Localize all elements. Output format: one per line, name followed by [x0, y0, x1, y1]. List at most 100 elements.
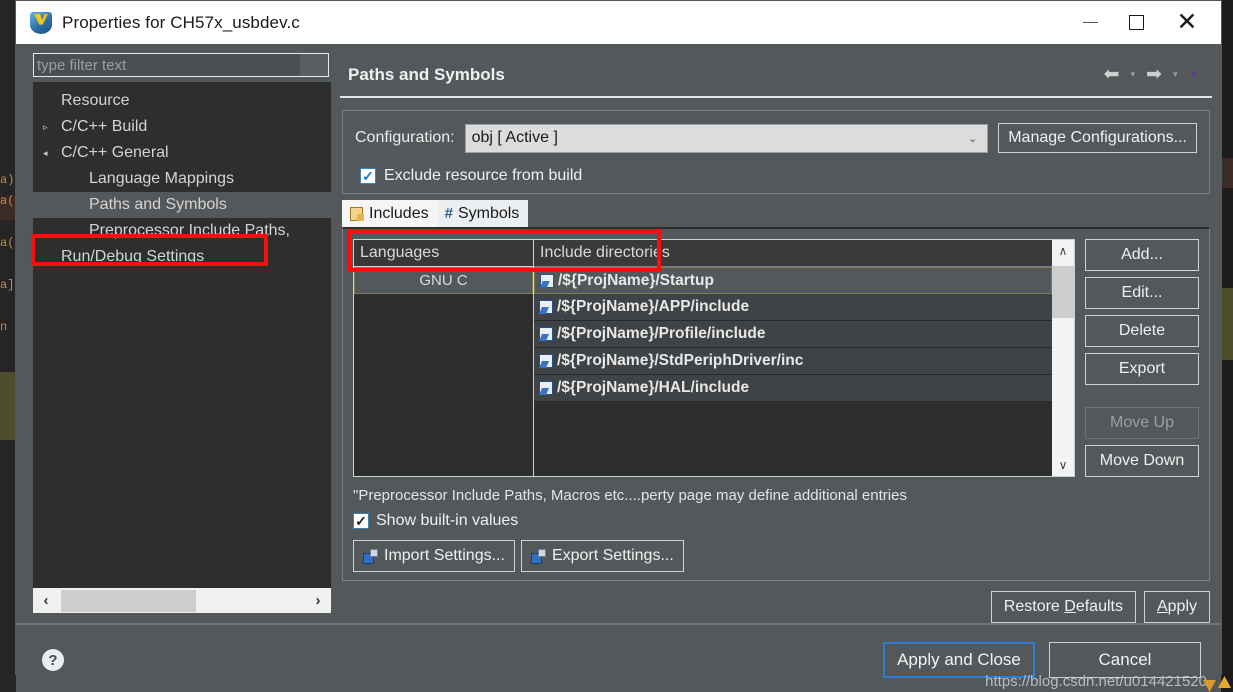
- directory-path: /${ProjName}/Startup: [558, 271, 714, 289]
- restore-defaults-mnemonic: D: [1064, 598, 1076, 615]
- table-row[interactable]: /${ProjName}/Startup: [534, 267, 1052, 294]
- scroll-thumb[interactable]: [61, 590, 196, 612]
- directories-vertical-scrollbar[interactable]: ∧ ∨: [1052, 240, 1074, 476]
- sidebar-horizontal-scrollbar[interactable]: ‹ ›: [33, 587, 331, 613]
- export-button[interactable]: Export: [1085, 353, 1199, 385]
- table-row[interactable]: /${ProjName}/HAL/include: [534, 375, 1052, 402]
- back-chevron-down-icon[interactable]: ▾: [1124, 69, 1141, 80]
- delete-button[interactable]: Delete: [1085, 315, 1199, 347]
- includes-page-icon: [349, 206, 364, 221]
- lists-and-buttons: Languages GNU C Include directories /${P…: [353, 239, 1199, 477]
- properties-dialog: Properties for CH57x_usbdev.c ✕ type fil…: [15, 0, 1222, 692]
- configuration-group: Configuration: obj [ Active ] ⌄ Manage C…: [342, 110, 1210, 194]
- table-row[interactable]: /${ProjName}/Profile/include: [534, 321, 1052, 348]
- chevron-right-icon[interactable]: ▹: [43, 122, 61, 133]
- help-icon[interactable]: ?: [42, 649, 64, 671]
- directory-rows: /${ProjName}/Startup /${ProjName}/APP/in…: [534, 267, 1052, 476]
- watermark: https://blog.csdn.net/u014421520: [985, 673, 1207, 690]
- minimize-icon: [1082, 21, 1098, 24]
- configuration-label: Configuration:: [355, 129, 455, 146]
- directory-path: /${ProjName}/HAL/include: [557, 379, 750, 396]
- chevron-down-icon: ⌄: [968, 132, 978, 145]
- exclude-resource-row[interactable]: ✓ Exclude resource from build: [355, 167, 1197, 185]
- export-settings-button[interactable]: Export Settings...: [520, 540, 684, 572]
- restore-defaults-button[interactable]: Restore Defaults: [990, 591, 1136, 623]
- filter-wrap: type filter text: [21, 53, 331, 77]
- scroll-left-icon[interactable]: ‹: [33, 592, 59, 609]
- move-down-button[interactable]: Move Down: [1085, 445, 1199, 477]
- forward-arrow-icon[interactable]: ➡: [1143, 63, 1165, 86]
- include-folder-icon: [539, 300, 553, 314]
- sidebar-item-label: Run/Debug Settings: [61, 248, 205, 265]
- minimize-button[interactable]: [1067, 1, 1113, 44]
- arrow-down-icon: [1203, 680, 1216, 692]
- export-settings-label: Export Settings...: [551, 547, 674, 564]
- includes-tab-panel: Languages GNU C Include directories /${P…: [342, 227, 1210, 581]
- chevron-down-icon[interactable]: ◂: [43, 148, 61, 159]
- add-button[interactable]: Add...: [1085, 239, 1199, 271]
- scroll-thumb[interactable]: [1052, 266, 1074, 318]
- include-folder-icon: [539, 381, 553, 395]
- configuration-row: Configuration: obj [ Active ] ⌄ Manage C…: [355, 123, 1197, 153]
- include-directories-header: Include directories: [534, 240, 1052, 267]
- apply-button[interactable]: Apply: [1143, 591, 1210, 623]
- page-content: Configuration: obj [ Active ] ⌄ Manage C…: [340, 98, 1212, 623]
- sidebar-item-label: C/C++ General: [61, 144, 169, 161]
- scroll-right-icon[interactable]: ›: [305, 592, 331, 609]
- directory-path: /${ProjName}/APP/include: [557, 298, 750, 315]
- back-arrow-icon[interactable]: ⬅: [1101, 63, 1123, 86]
- exclude-resource-label: Exclude resource from build: [384, 167, 583, 184]
- sidebar-item-preprocessor-include-paths[interactable]: Preprocessor Include Paths,: [33, 218, 331, 244]
- sidebar-item-resource[interactable]: Resource: [33, 88, 331, 114]
- tab-includes-label: Includes: [369, 204, 429, 222]
- manage-configurations-button[interactable]: Manage Configurations...: [998, 123, 1197, 153]
- sidebar-item-label: Resource: [61, 92, 130, 109]
- sidebar-item-cpp-build[interactable]: ▹ C/C++ Build: [33, 114, 331, 140]
- sidebar-item-paths-and-symbols[interactable]: Paths and Symbols: [33, 192, 331, 218]
- language-row-gnu-c[interactable]: GNU C: [354, 267, 533, 294]
- table-row[interactable]: /${ProjName}/StdPeriphDriver/inc: [534, 348, 1052, 375]
- apply-button-row: Restore Defaults Apply: [340, 581, 1212, 623]
- sidebar-item-cpp-general[interactable]: ◂ C/C++ General: [33, 140, 331, 166]
- tab-symbols[interactable]: # Symbols: [437, 200, 529, 227]
- scroll-down-icon[interactable]: ∨: [1052, 454, 1074, 476]
- forward-chevron-down-icon[interactable]: ▾: [1167, 69, 1184, 80]
- apply-mnemonic: A: [1156, 598, 1168, 615]
- maximize-button[interactable]: [1113, 1, 1159, 44]
- show-builtin-row[interactable]: ✓ Show built-in values: [353, 512, 1199, 530]
- page-title: Paths and Symbols: [348, 64, 505, 84]
- import-settings-label: Import Settings...: [384, 547, 505, 564]
- show-builtin-label: Show built-in values: [376, 512, 519, 529]
- hash-icon: #: [444, 205, 453, 222]
- languages-header: Languages: [354, 240, 533, 267]
- exclude-resource-checkbox[interactable]: ✓: [360, 168, 376, 184]
- scroll-track[interactable]: [59, 588, 305, 613]
- scroll-up-icon[interactable]: ∧: [1052, 240, 1074, 262]
- show-builtin-checkbox[interactable]: ✓: [353, 513, 369, 529]
- scroll-track[interactable]: [1052, 262, 1074, 454]
- edit-button[interactable]: Edit...: [1085, 277, 1199, 309]
- preprocessor-note: "Preprocessor Include Paths, Macros etc.…: [353, 487, 907, 504]
- filter-placeholder: type filter text: [37, 56, 127, 74]
- eclipse-shield-icon: [30, 11, 52, 34]
- page-header: Paths and Symbols ⬅ ▾ ➡ ▾ ▾: [340, 53, 1212, 96]
- export-settings-icon: [530, 548, 546, 564]
- filter-input[interactable]: type filter text: [33, 53, 329, 77]
- filter-clear-button[interactable]: [300, 54, 328, 76]
- settings-tree[interactable]: Resource ▹ C/C++ Build ◂ C/C++ General L…: [33, 82, 331, 587]
- table-row[interactable]: /${ProjName}/APP/include: [534, 294, 1052, 321]
- page-menu-chevron-down-icon[interactable]: ▾: [1185, 69, 1202, 80]
- maximize-icon: [1128, 15, 1144, 30]
- include-folder-icon: [539, 327, 553, 341]
- tab-includes[interactable]: Includes: [342, 200, 438, 227]
- languages-column: Languages GNU C: [354, 240, 534, 476]
- import-settings-button[interactable]: Import Settings...: [353, 540, 515, 572]
- check-icon: ✓: [362, 168, 374, 184]
- configuration-select[interactable]: obj [ Active ] ⌄: [464, 123, 989, 153]
- directory-path: /${ProjName}/Profile/include: [557, 325, 766, 342]
- close-button[interactable]: ✕: [1159, 1, 1215, 44]
- sidebar-item-language-mappings[interactable]: Language Mappings: [33, 166, 331, 192]
- directories-column: Include directories /${ProjName}/Startup…: [534, 240, 1052, 476]
- sidebar-item-run-debug-settings[interactable]: Run/Debug Settings: [33, 244, 331, 270]
- sidebar-item-label: C/C++ Build: [61, 118, 148, 135]
